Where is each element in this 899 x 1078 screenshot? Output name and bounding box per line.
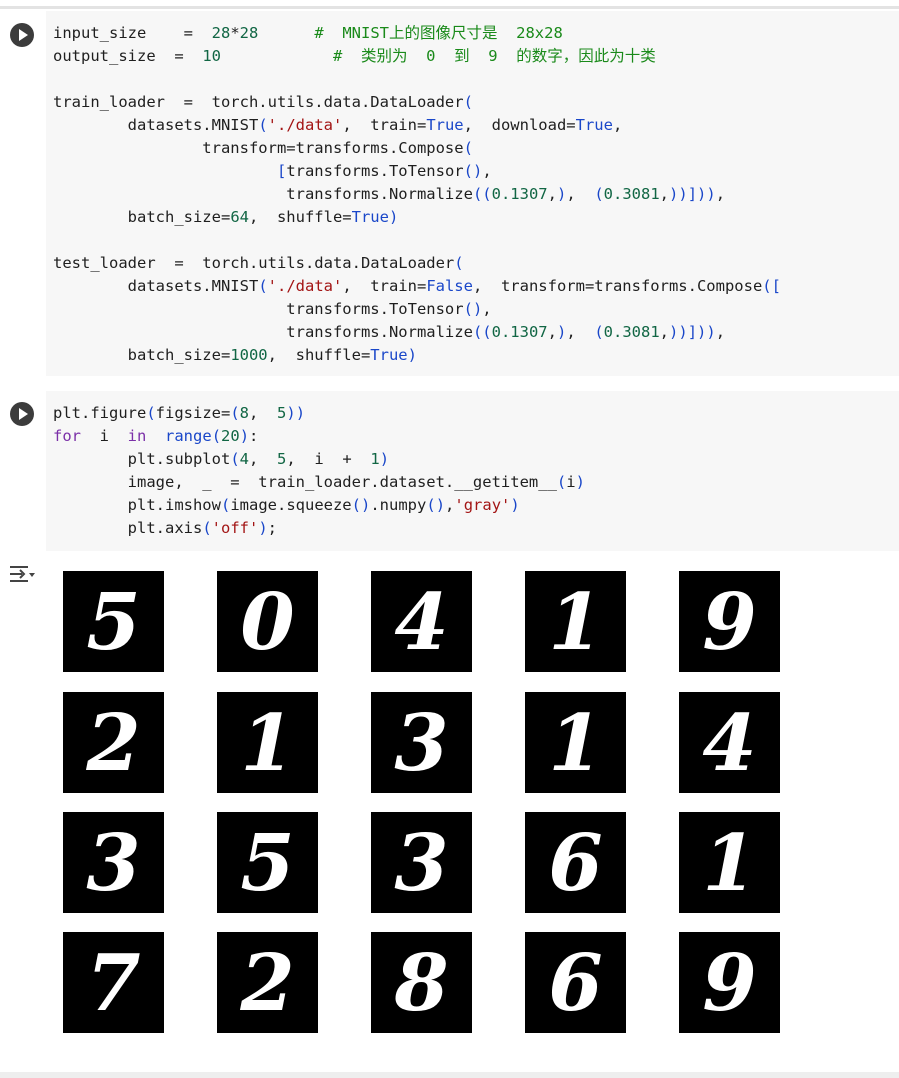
mnist-digit-image: 2 [63,692,164,793]
code-line: datasets.MNIST('./data', train=True, dow… [53,116,623,134]
mnist-digit-image: 3 [371,812,472,913]
svg-text:5: 5 [86,577,140,668]
code-line: transforms.Normalize((0.1307,), (0.3081,… [53,185,726,203]
svg-text:2: 2 [85,698,140,789]
svg-text:3: 3 [394,818,448,909]
mnist-digit-image: 8 [371,932,472,1033]
svg-text:2: 2 [239,938,294,1029]
mnist-digit-image: 6 [525,812,626,913]
mnist-digit-image: 6 [525,932,626,1033]
code-cell-1[interactable]: input_size = 28*28 # MNIST上的图像尺寸是 28x28 o… [0,11,899,376]
code-line: transforms.ToTensor(), [53,300,492,318]
svg-text:0: 0 [240,577,294,668]
run-cell-button[interactable] [10,23,34,47]
code-line: plt.imshow(image.squeeze().numpy(),'gray… [53,496,520,514]
svg-text:1: 1 [702,818,756,909]
svg-text:6: 6 [548,938,602,1029]
svg-text:5: 5 [240,818,294,909]
code-line: image, _ = train_loader.dataset.__getite… [53,473,585,491]
mnist-digit-image: 0 [217,571,318,672]
cell-gutter [0,11,46,376]
mnist-digit-image: 7 [63,932,164,1033]
mnist-digit-image: 9 [679,932,780,1033]
mnist-digit-image: 1 [525,571,626,672]
run-cell-button[interactable] [10,402,34,426]
svg-text:1: 1 [548,698,602,789]
output-toggle-icon[interactable] [8,563,36,585]
code-line: [transforms.ToTensor(), [276,162,492,180]
svg-text:1: 1 [240,698,294,789]
code-editor[interactable]: input_size = 28*28 # MNIST上的图像尺寸是 28x28 o… [46,11,899,376]
code-line: plt.axis('off'); [53,519,278,537]
bottom-divider [0,1072,899,1078]
svg-text:6: 6 [548,818,602,909]
svg-text:9: 9 [702,938,756,1029]
svg-text:1: 1 [548,577,602,668]
svg-text:4: 4 [394,577,448,668]
svg-text:9: 9 [702,577,756,668]
svg-text:3: 3 [394,698,448,789]
code-line: for i in range(20): [53,427,259,445]
top-divider [0,0,899,9]
svg-text:3: 3 [86,818,140,909]
mnist-digit-image: 2 [217,932,318,1033]
code-line: test_loader = torch.utils.data.DataLoade… [53,254,464,272]
code-line: input_size = 28*28 # MNIST上的图像尺寸是 28x28 [53,24,563,42]
cell-output: 5 0 4 1 9 2 1 3 1 4 3 5 3 6 1 7 2 8 6 9 [0,551,899,1072]
code-cell-2[interactable]: plt.figure(figsize=(8, 5)) for i in range… [0,391,899,551]
code-line: batch_size=1000, shuffle=True) [53,346,417,364]
code-line: output_size = 10 # 类别为 0 到 9 的数字，因此为十类 [53,47,656,65]
mnist-digit-image: 4 [371,571,472,672]
code-line: train_loader = torch.utils.data.DataLoad… [53,93,473,111]
mnist-digit-image: 1 [679,812,780,913]
mnist-digit-image: 9 [679,571,780,672]
mnist-digit-image: 3 [63,812,164,913]
mnist-digit-image: 1 [217,692,318,793]
code-line: batch_size=64, shuffle=True) [53,208,399,226]
mnist-digit-image: 5 [217,812,318,913]
mnist-digit-image: 1 [525,692,626,793]
mnist-digit-image: 3 [371,692,472,793]
mnist-digit-image: 4 [679,692,780,793]
code-line: transform=transforms.Compose( [53,139,473,157]
mnist-digit-image: 5 [63,571,164,672]
svg-text:8: 8 [393,938,448,1029]
svg-text:7: 7 [86,938,140,1029]
code-line: datasets.MNIST('./data', train=False, tr… [53,277,781,295]
code-line: plt.figure(figsize=(8, 5)) [53,404,306,422]
svg-text:4: 4 [702,698,756,789]
code-line: transforms.Normalize((0.1307,), (0.3081,… [53,323,726,341]
code-editor[interactable]: plt.figure(figsize=(8, 5)) for i in range… [46,391,899,551]
code-line: plt.subplot(4, 5, i + 1) [53,450,390,468]
